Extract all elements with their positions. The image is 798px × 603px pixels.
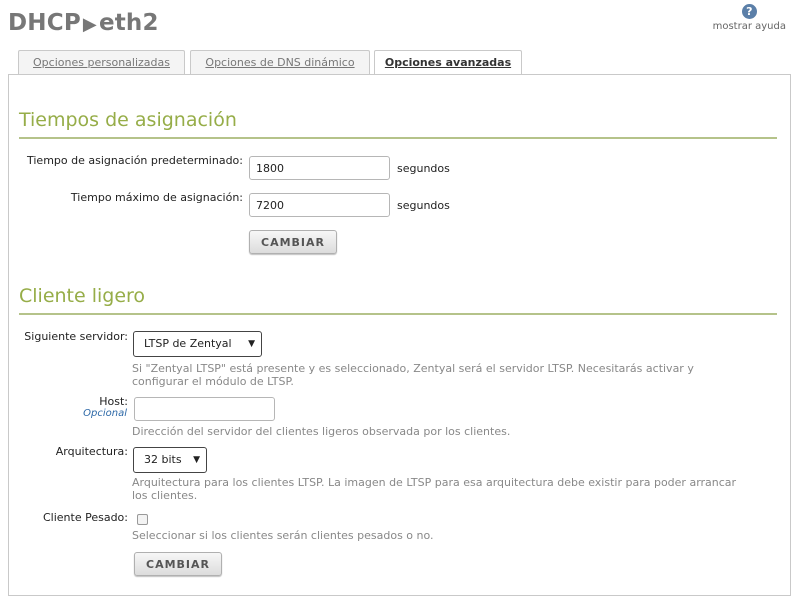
architecture-help-line1: Arquitectura para los clientes LTSP. La …	[132, 476, 737, 489]
help-label[interactable]: mostrar ayuda	[713, 21, 786, 32]
breadcrumb-arrow-icon: ▶	[82, 14, 97, 35]
architecture-label: Arquitectura:	[55, 445, 128, 458]
dropdown-caret-icon: ▼	[193, 455, 200, 465]
architecture-value: 32 bits	[144, 453, 182, 466]
tab-advanced-options[interactable]: Opciones avanzadas	[374, 50, 522, 75]
tab-custom-options[interactable]: Opciones personalizadas	[18, 50, 185, 74]
next-server-help: Si "Zentyal LTSP" está presente y es sel…	[132, 362, 694, 388]
tab-dynamic-dns[interactable]: Opciones de DNS dinámico	[190, 50, 370, 74]
architecture-help-line2: los clientes.	[132, 489, 198, 502]
title-module: DHCP	[8, 10, 81, 36]
default-lease-label: Tiempo de asignación predeterminado:	[27, 154, 243, 167]
next-server-value: LTSP de Zentyal	[144, 337, 232, 350]
architecture-select[interactable]: 32 bits ▼	[133, 447, 207, 473]
heavy-client-help: Seleccionar si los clientes serán client…	[132, 529, 434, 542]
title-interface: eth2	[98, 10, 159, 36]
section-divider	[19, 313, 777, 315]
help-toggle[interactable]: ? mostrar ayuda	[713, 4, 786, 32]
default-lease-input[interactable]: 1800	[249, 156, 390, 180]
dropdown-caret-icon: ▼	[248, 339, 255, 349]
host-help: Dirección del servidor del clientes lige…	[132, 425, 511, 438]
heavy-client-label: Cliente Pesado:	[42, 511, 128, 524]
max-lease-label: Tiempo máximo de asignación:	[70, 191, 243, 204]
default-lease-unit: segundos	[397, 162, 450, 175]
page-title: DHCP ▶eth2	[8, 10, 159, 36]
architecture-help: Arquitectura para los clientes LTSP. La …	[132, 476, 736, 502]
section-title-lease: Tiempos de asignación	[19, 109, 237, 131]
host-label: Host:	[99, 395, 128, 408]
host-optional-label: Opcional	[83, 408, 127, 419]
next-server-help-line2: configurar el módulo de LTSP.	[132, 375, 294, 388]
thin-client-change-button[interactable]: CAMBIAR	[134, 552, 222, 576]
next-server-select[interactable]: LTSP de Zentyal ▼	[133, 331, 262, 357]
max-lease-input[interactable]: 7200	[249, 193, 390, 217]
heavy-client-checkbox[interactable]	[137, 514, 148, 525]
question-mark-icon[interactable]: ?	[741, 4, 757, 19]
tab-panel: Tiempos de asignación Tiempo de asignaci…	[8, 74, 791, 596]
next-server-help-line1: Si "Zentyal LTSP" está presente y es sel…	[132, 362, 694, 375]
next-server-label: Siguiente servidor:	[24, 330, 128, 343]
host-input[interactable]	[134, 397, 275, 421]
lease-change-button[interactable]: CAMBIAR	[249, 230, 337, 254]
max-lease-unit: segundos	[397, 199, 450, 212]
section-title-thin-client: Cliente ligero	[19, 285, 146, 307]
section-divider	[19, 137, 777, 139]
